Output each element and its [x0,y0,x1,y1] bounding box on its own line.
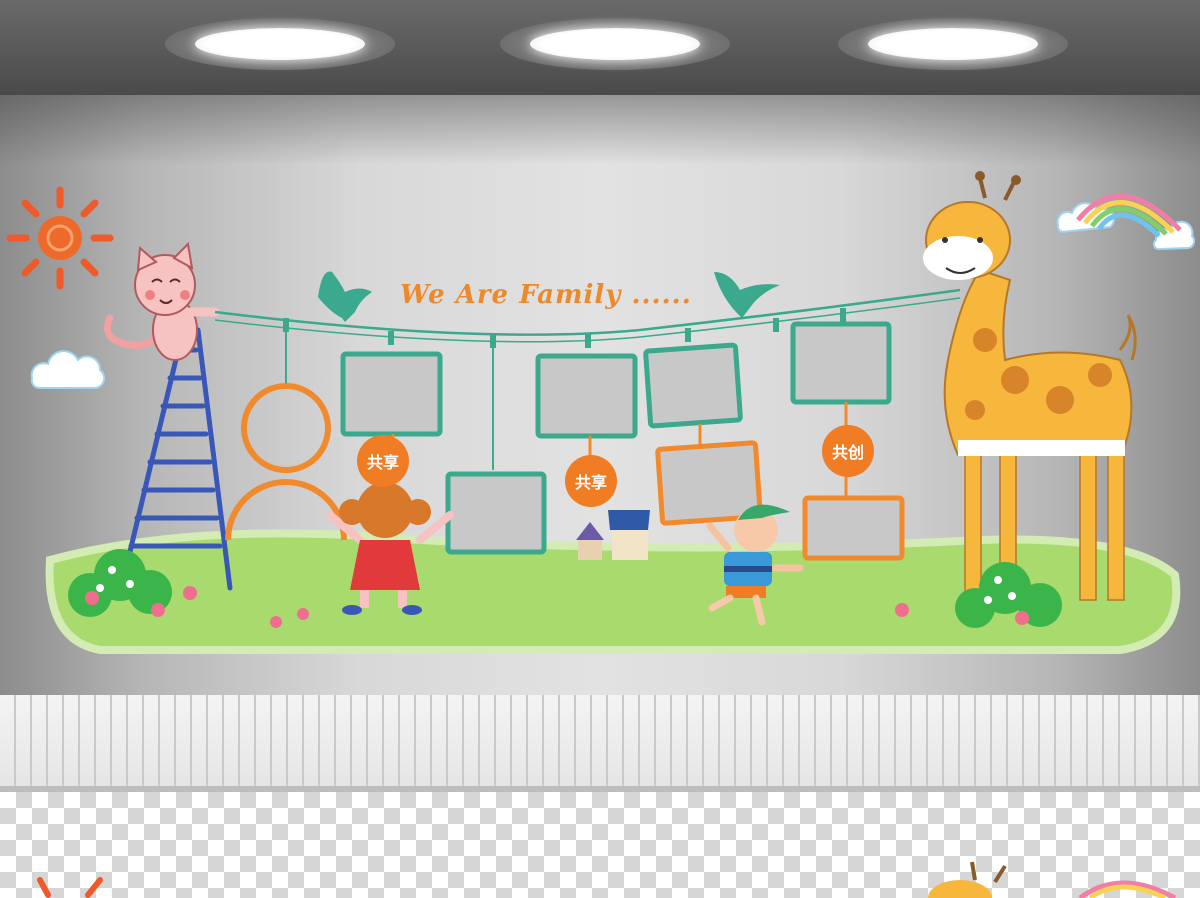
sun-icon [37,877,103,898]
rainbow-icon [1076,193,1182,238]
bird-icon [714,272,780,318]
photo-frame-circle [225,332,347,541]
sun-icon [6,186,114,290]
rainbow-icon [1078,880,1177,898]
mural-scene [6,171,1196,898]
mural-title: We Are Family ...... [400,280,692,310]
bird-icon [318,271,372,322]
cloud-icon [30,350,106,389]
badge-create: 共创 [822,425,874,477]
badge-share-1: 共享 [357,435,409,487]
giraffe-icon [928,861,1007,898]
badge-share-2: 共享 [565,455,617,507]
house-icon [576,510,650,560]
